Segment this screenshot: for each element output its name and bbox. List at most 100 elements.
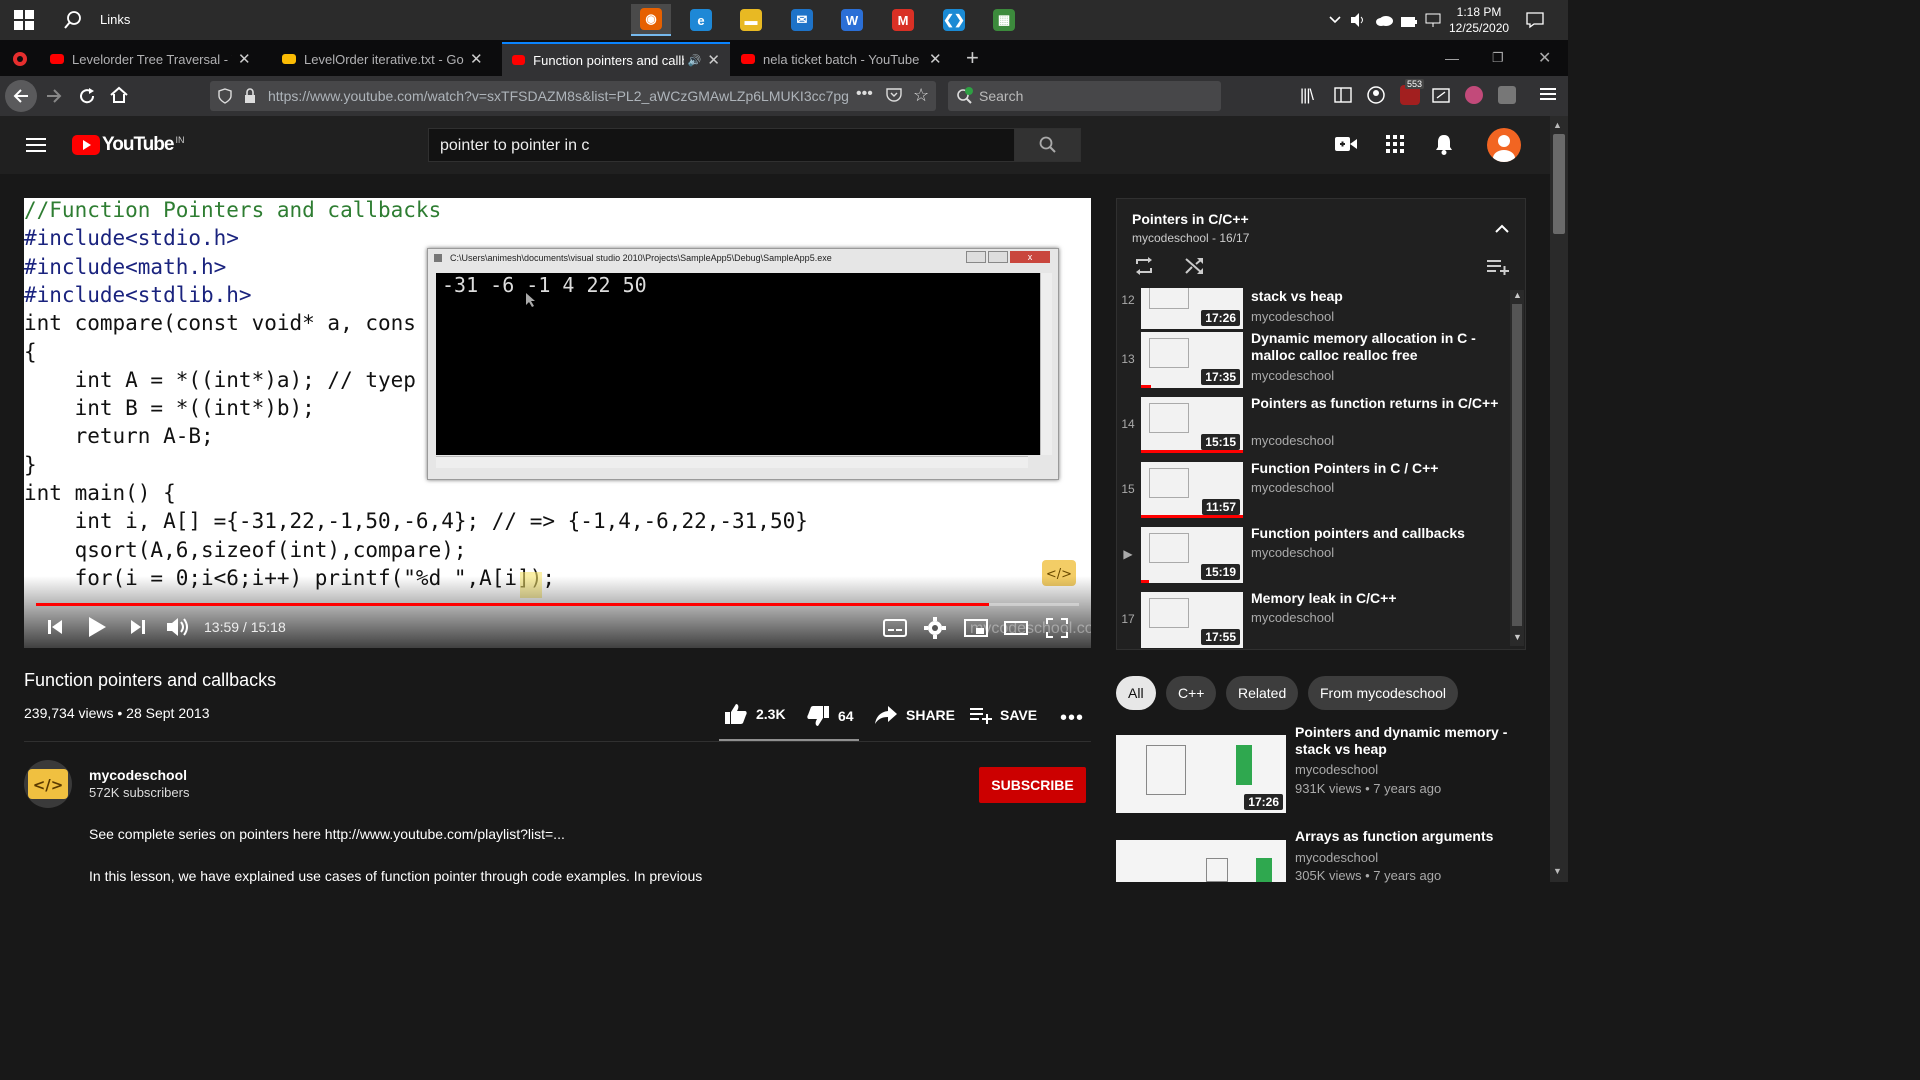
taskbar-app-file-explorer[interactable]: ▬ xyxy=(731,4,771,36)
playlist-subtitle[interactable]: mycodeschool - 16/17 xyxy=(1132,231,1249,245)
miniplayer-button[interactable] xyxy=(964,619,988,642)
extension-puzzle-icon[interactable] xyxy=(1498,86,1516,104)
playlist-item-thumbnail[interactable]: 17:55 xyxy=(1141,592,1243,648)
close-tab-icon[interactable]: ✕ xyxy=(470,50,483,68)
playlist-item[interactable]: 17 17:55 Memory leak in C/C++ mycodeschool xyxy=(1116,590,1506,648)
volume-icon[interactable] xyxy=(1350,12,1366,33)
close-window-button[interactable]: ✕ xyxy=(1538,48,1551,68)
browser-tab-3[interactable]: Function pointers and callba 🔊 ✕ xyxy=(502,42,730,76)
playlist-title[interactable]: Pointers in C/C++ xyxy=(1132,211,1249,227)
taskbar-app-mail[interactable]: ✉ xyxy=(782,4,822,36)
restore-window-button[interactable]: ❐ xyxy=(1492,50,1504,66)
scroll-down-arrow-icon[interactable]: ▼ xyxy=(1553,866,1562,876)
filter-chip[interactable]: All xyxy=(1116,676,1156,710)
playlist-item-thumbnail[interactable]: 15:15 xyxy=(1141,397,1243,453)
playlist-scrollbar[interactable]: ▲ ▼ xyxy=(1510,290,1524,646)
playlist-menu-icon[interactable] xyxy=(1487,259,1509,280)
hamburger-menu-icon[interactable] xyxy=(1540,86,1556,107)
lock-icon[interactable] xyxy=(244,88,256,109)
rec-channel-2[interactable]: mycodeschool xyxy=(1295,850,1378,865)
browser-tab-1[interactable]: Levelorder Tree Traversal - You ✕ xyxy=(40,42,268,76)
tracking-shield-icon[interactable] xyxy=(218,88,232,109)
browser-tab-2[interactable]: LevelOrder iterative.txt - Goog ✕ xyxy=(272,42,500,76)
close-tab-icon[interactable]: ✕ xyxy=(707,51,720,69)
playlist-item-thumbnail[interactable]: 15:19 xyxy=(1141,527,1243,583)
tab-audio-icon[interactable]: 🔊 xyxy=(688,54,702,67)
forward-button[interactable] xyxy=(46,88,62,109)
taskbar-clock[interactable]: 1:18 PM 12/25/2020 xyxy=(1449,4,1509,36)
taskbar-app-gmail-m[interactable]: M xyxy=(883,4,923,36)
network-icon[interactable] xyxy=(1425,12,1441,33)
avatar[interactable] xyxy=(1487,128,1521,162)
close-tab-icon[interactable]: ✕ xyxy=(929,50,942,68)
guide-menu-icon[interactable] xyxy=(26,138,46,157)
windows-start-icon[interactable] xyxy=(14,10,34,35)
url-text[interactable]: https://www.youtube.com/watch?v=sxTFSDAZ… xyxy=(268,88,853,104)
back-button[interactable] xyxy=(5,80,37,112)
play-button[interactable] xyxy=(87,616,107,643)
video-progress-bar[interactable] xyxy=(36,603,1079,606)
bookmark-star-icon[interactable]: ☆ xyxy=(913,86,929,104)
rec-title-2[interactable]: Arrays as function arguments xyxy=(1295,828,1515,845)
save-button[interactable]: SAVE xyxy=(970,706,1037,724)
onedrive-icon[interactable] xyxy=(1376,13,1394,31)
playlist-item-thumbnail[interactable]: 11:57 xyxy=(1141,462,1243,518)
fullscreen-button[interactable] xyxy=(1046,618,1068,643)
taskbar-app-firefox[interactable]: ◉ xyxy=(631,4,671,36)
create-video-icon[interactable] xyxy=(1335,136,1357,157)
pocket-extension-icon[interactable] xyxy=(12,51,28,72)
page-actions-icon[interactable]: ••• xyxy=(856,85,873,103)
chevron-up-icon[interactable] xyxy=(1328,12,1342,31)
home-button[interactable] xyxy=(110,86,128,109)
rec-thumbnail-2[interactable] xyxy=(1116,840,1286,882)
rec-channel-1[interactable]: mycodeschool xyxy=(1295,762,1378,777)
page-scrollbar-thumb[interactable] xyxy=(1553,134,1565,234)
taskbar-app-vscode[interactable]: ❮❯ xyxy=(934,4,974,36)
next-button[interactable] xyxy=(129,618,147,641)
channel-name[interactable]: mycodeschool xyxy=(89,767,187,783)
dislike-button[interactable]: 64 xyxy=(806,705,854,727)
more-actions-icon[interactable]: ••• xyxy=(1060,707,1084,730)
filter-chip[interactable]: Related xyxy=(1226,676,1299,710)
playlist-item[interactable]: ▶ 15:19 Function pointers and callbacks myc… xyxy=(1116,525,1506,585)
youtube-search-button[interactable] xyxy=(1014,128,1081,162)
playlist-scroll-down-icon[interactable]: ▼ xyxy=(1513,632,1522,642)
youtube-search-input[interactable]: pointer to pointer in c xyxy=(428,128,1015,162)
taskbar-app-sheet-app[interactable]: ▦ xyxy=(984,4,1024,36)
playlist-item[interactable]: 12 17:26 Pointers and dynamic memory - sta… xyxy=(1116,288,1506,331)
rec-thumbnail-1[interactable]: 17:26 xyxy=(1116,735,1286,813)
browser-search-bar[interactable]: Search xyxy=(948,81,1221,111)
filter-chip[interactable]: C++ xyxy=(1166,676,1217,710)
minimize-window-button[interactable]: — xyxy=(1445,50,1459,66)
account-icon[interactable] xyxy=(1367,86,1385,109)
taskbar-search-icon[interactable] xyxy=(64,11,82,34)
taskbar-app-word[interactable]: W xyxy=(832,4,872,36)
playlist-scroll-up-icon[interactable]: ▲ xyxy=(1513,290,1522,300)
library-icon[interactable]: |||\ xyxy=(1300,87,1314,105)
rec-title-1[interactable]: Pointers and dynamic memory - stack vs h… xyxy=(1295,724,1515,758)
playlist-item[interactable]: 14 15:15 Pointers as function returns in C… xyxy=(1116,395,1506,455)
screenshot-extension-icon[interactable] xyxy=(1432,86,1450,109)
like-button[interactable]: 2.3K xyxy=(724,703,786,725)
settings-button[interactable] xyxy=(924,617,946,644)
loop-playlist-icon[interactable] xyxy=(1134,256,1154,281)
filter-chip[interactable]: From mycodeschool xyxy=(1308,676,1459,710)
extension-mask-icon[interactable] xyxy=(1465,86,1483,104)
subtitles-button[interactable] xyxy=(883,619,907,642)
video-player[interactable]: //Function Pointers and callbacks #includ… xyxy=(24,198,1091,648)
taskbar-search-label[interactable]: Links xyxy=(100,12,130,27)
playlist-item-thumbnail[interactable]: 17:35 xyxy=(1141,332,1243,388)
sidebar-icon[interactable] xyxy=(1334,87,1352,108)
subscribe-button[interactable]: SUBSCRIBE xyxy=(979,767,1086,803)
pocket-save-icon[interactable] xyxy=(886,87,902,108)
taskbar-app-edge[interactable]: e xyxy=(681,4,721,36)
scroll-up-arrow-icon[interactable]: ▲ xyxy=(1553,120,1562,130)
channel-avatar[interactable]: </> xyxy=(24,760,72,808)
shuffle-icon[interactable] xyxy=(1184,257,1204,280)
page-scrollbar[interactable]: ▲ ▼ xyxy=(1550,116,1568,882)
share-button[interactable]: SHARE xyxy=(874,705,955,725)
notifications-bell-icon[interactable] xyxy=(1435,134,1453,160)
playlist-item[interactable]: 15 11:57 Function Pointers in C / C++ mycod… xyxy=(1116,460,1506,520)
theater-mode-button[interactable] xyxy=(1004,619,1028,642)
collapse-playlist-icon[interactable] xyxy=(1494,221,1510,239)
